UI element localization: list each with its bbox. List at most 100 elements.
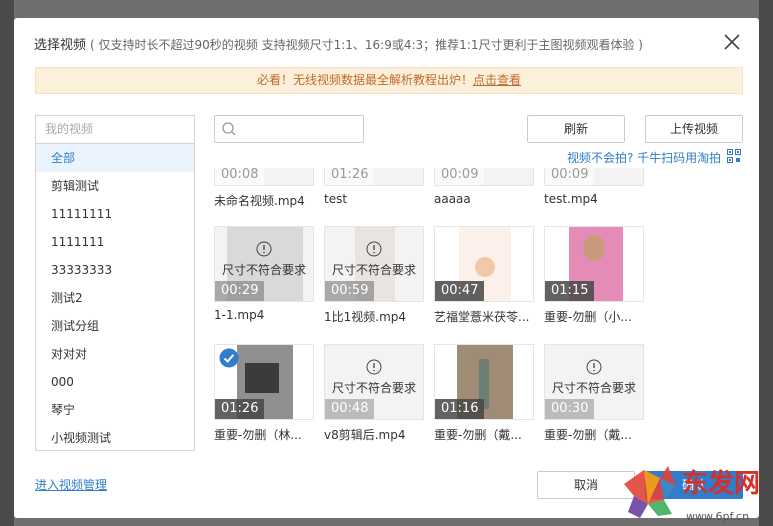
video-duration: 00:29 [215, 281, 265, 301]
video-tile[interactable]: 01:26 重要-勿删（林... [214, 344, 314, 443]
video-tile[interactable]: 00:47 艺福堂薏米茯苓... [434, 226, 534, 325]
close-button[interactable] [720, 30, 744, 54]
dialog-title: 选择视频( 仅支持时长不超过90秒的视频 支持视频尺寸1:1、16:9或4:3；… [34, 34, 643, 53]
thumbnail-image-detail [475, 257, 495, 277]
size-warning-text: 尺寸不符合要求 [551, 381, 636, 395]
sidebar-item[interactable]: 琴宁 [36, 396, 194, 424]
video-duration: 00:09 [435, 168, 485, 185]
video-tile[interactable]: 00:08 未命名视频.mp4 [214, 168, 314, 209]
video-thumbnail: 尺寸不符合要求 00:30 [544, 344, 644, 420]
size-warning: 尺寸不符合要求 [325, 359, 423, 396]
video-name: 重要-勿删（林... [214, 428, 302, 442]
size-warning-text: 尺寸不符合要求 [331, 263, 416, 277]
video-duration: 00:48 [325, 399, 375, 419]
watermark-url: www.6pf.cn [686, 510, 749, 523]
video-name: 艺福堂薏米茯苓... [434, 310, 530, 324]
video-duration: 00:08 [215, 168, 265, 185]
dialog-subtitle: ( 仅支持时长不超过90秒的视频 支持视频尺寸1:1、16:9或4:3；推荐1:… [90, 38, 643, 52]
group-search-input[interactable]: 我的视频 [36, 116, 194, 144]
sidebar-item-all[interactable]: 全部 [36, 144, 194, 172]
video-name: 重要-勿删（戴... [544, 428, 632, 442]
video-tile[interactable]: 00:09 test.mp4 [544, 168, 644, 206]
group-sidebar: 我的视频 全部 剪辑测试 11111111 1111111 33333333 测… [35, 115, 195, 451]
video-duration: 01:16 [435, 399, 485, 419]
video-tile[interactable]: 尺寸不符合要求 00:59 1比1视频.mp4 [324, 226, 424, 325]
sidebar-item[interactable]: 测试分组 [36, 312, 194, 340]
video-thumbnail: 00:08 [214, 168, 314, 186]
video-thumbnail: 01:26 [324, 168, 424, 186]
video-duration: 00:59 [325, 281, 375, 301]
video-thumbnail: 00:47 [434, 226, 534, 302]
selected-check-icon [219, 348, 239, 368]
video-duration: 01:26 [325, 168, 375, 185]
close-icon [724, 34, 740, 50]
video-name: 重要-勿删（小... [544, 310, 632, 324]
select-video-dialog: 选择视频( 仅支持时长不超过90秒的视频 支持视频尺寸1:1、16:9或4:3；… [14, 18, 759, 518]
thumbnail-image-detail [583, 235, 605, 261]
video-thumbnail: 00:09 [434, 168, 534, 186]
watermark-logo: 东发网 www.6pf.cn [624, 466, 760, 523]
video-tile[interactable]: 01:26 test [324, 168, 424, 206]
video-name: aaaaa [434, 192, 471, 206]
video-name: 1比1视频.mp4 [324, 310, 407, 324]
video-thumbnail: 尺寸不符合要求 00:59 [324, 226, 424, 302]
page-backdrop-left [0, 0, 14, 526]
size-warning: 尺寸不符合要求 [215, 241, 313, 278]
refresh-button[interactable]: 刷新 [527, 115, 625, 143]
notice-link[interactable]: 点击查看 [473, 73, 521, 87]
size-warning-text: 尺寸不符合要求 [331, 381, 416, 395]
video-thumbnail: 00:09 [544, 168, 644, 186]
video-name: test [324, 192, 348, 206]
video-tile[interactable]: 01:16 重要-勿删（戴... [434, 344, 534, 443]
notice-banner: 必看！无线视频数据最全解析教程出炉！点击查看 [35, 67, 743, 94]
search-icon [222, 122, 236, 136]
size-warning: 尺寸不符合要求 [545, 359, 643, 396]
video-duration: 01:26 [215, 399, 265, 419]
upload-video-button[interactable]: 上传视频 [645, 115, 743, 143]
video-duration: 01:15 [545, 281, 595, 301]
warning-icon [366, 359, 382, 375]
video-tile[interactable]: 尺寸不符合要求 00:48 v8剪辑后.mp4 [324, 344, 424, 443]
video-duration: 00:09 [545, 168, 595, 185]
video-tile[interactable]: 尺寸不符合要求 00:30 重要-勿删（戴... [544, 344, 644, 443]
sidebar-item[interactable]: 1111111 [36, 228, 194, 256]
video-name: v8剪辑后.mp4 [324, 428, 406, 442]
video-search-input[interactable] [241, 116, 361, 142]
taopai-promo-link[interactable]: 视频不会拍? 千牛扫码用淘拍 [567, 149, 721, 166]
size-warning-text: 尺寸不符合要求 [221, 263, 306, 277]
warning-icon [256, 241, 272, 257]
site-watermark: 东发网 www.6pf.cn [618, 456, 773, 526]
video-name: 1-1.mp4 [214, 308, 265, 322]
warning-icon [366, 241, 382, 257]
dialog-title-text: 选择视频 [34, 38, 87, 53]
video-thumbnail: 尺寸不符合要求 00:29 [214, 226, 314, 302]
size-warning: 尺寸不符合要求 [325, 241, 423, 278]
video-search-box [214, 115, 364, 143]
video-duration: 00:47 [435, 281, 485, 301]
video-name: 重要-勿删（戴... [434, 428, 522, 442]
video-name: test.mp4 [544, 192, 598, 206]
video-thumbnail: 尺寸不符合要求 00:48 [324, 344, 424, 420]
notice-text: 必看！无线视频数据最全解析教程出炉！ [256, 73, 473, 87]
video-tile[interactable]: 00:09 aaaaa [434, 168, 534, 206]
video-duration: 00:30 [545, 399, 595, 419]
video-thumbnail: 01:15 [544, 226, 644, 302]
video-grid: 00:08 未命名视频.mp4 01:26 test 00:09 aaaaa 0… [213, 168, 748, 453]
video-tile[interactable]: 01:15 重要-勿删（小... [544, 226, 644, 325]
video-manage-link[interactable]: 进入视频管理 [35, 476, 107, 493]
video-thumbnail: 01:16 [434, 344, 534, 420]
sidebar-item[interactable]: 对对对 [36, 340, 194, 368]
sidebar-item[interactable]: 11111111 [36, 200, 194, 228]
thumbnail-image-detail [245, 363, 279, 393]
watermark-brand: 东发网 [682, 468, 760, 499]
video-tile[interactable]: 尺寸不符合要求 00:29 1-1.mp4 [214, 226, 314, 322]
sidebar-item[interactable]: 剪辑测试 [36, 172, 194, 200]
sidebar-item[interactable]: 33333333 [36, 256, 194, 284]
sidebar-item[interactable]: 000 [36, 368, 194, 396]
sidebar-item[interactable]: 小视频测试 [36, 424, 194, 450]
page-backdrop-right [759, 0, 773, 526]
qr-code-icon[interactable] [727, 149, 741, 163]
warning-icon [586, 359, 602, 375]
video-name: 未命名视频.mp4 [214, 194, 305, 208]
sidebar-item[interactable]: 测试2 [36, 284, 194, 312]
